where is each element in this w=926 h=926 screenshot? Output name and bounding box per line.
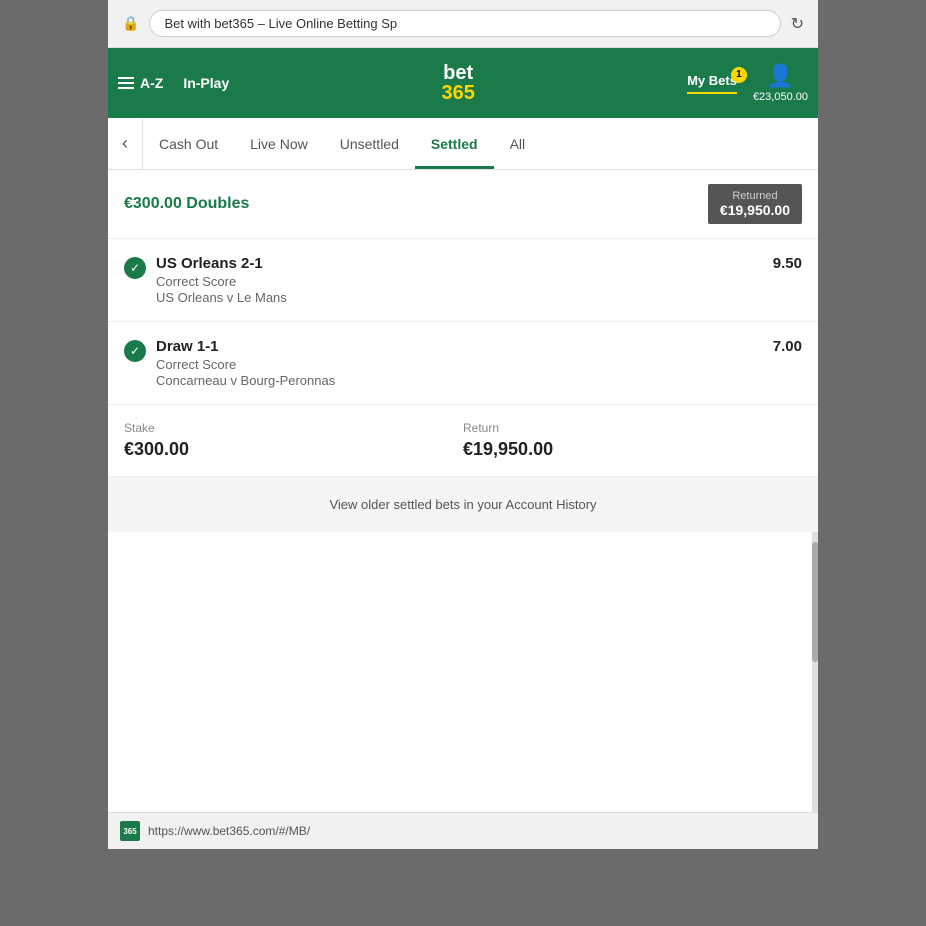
- logo-365-text: 365: [441, 83, 474, 103]
- return-value: €19,950.00: [463, 439, 802, 460]
- browser-bar: 🔒 Bet with bet365 – Live Online Betting …: [108, 0, 818, 48]
- bet-odds-2: 7.00: [773, 338, 802, 355]
- bet-type-2: Correct Score: [156, 357, 335, 372]
- returned-label: Returned: [720, 190, 790, 202]
- bottom-favicon: 365: [120, 821, 140, 841]
- mybets-badge: 1: [731, 67, 747, 83]
- footer-link[interactable]: View older settled bets in your Account …: [108, 477, 818, 532]
- bet-item-1: ✓ US Orleans 2-1 Correct Score US Orlean…: [108, 239, 818, 322]
- logo-bet-text: bet: [443, 63, 473, 83]
- stake-col: Stake €300.00: [124, 421, 463, 460]
- bet-item-2: ✓ Draw 1-1 Correct Score Concarneau v Bo…: [108, 322, 818, 405]
- bet-odds-1: 9.50: [773, 255, 802, 272]
- tabs-bar: ‹ Cash Out Live Now Unsettled Settled Al…: [108, 118, 818, 170]
- url-bar[interactable]: Bet with bet365 – Live Online Betting Sp: [149, 10, 780, 37]
- az-label: A-Z: [140, 75, 163, 91]
- returned-box: Returned €19,950.00: [708, 184, 802, 224]
- logo-container: bet 365: [229, 63, 687, 103]
- tab-cashout[interactable]: Cash Out: [143, 118, 234, 169]
- tab-back-button[interactable]: ‹: [108, 118, 143, 169]
- account-balance: €23,050.00: [753, 91, 808, 103]
- mybets-label: My Bets: [687, 73, 737, 94]
- bet-outcome-1: US Orleans 2-1: [156, 255, 287, 272]
- account-icon: 👤: [767, 63, 794, 89]
- lock-icon: 🔒: [122, 15, 139, 32]
- check-icon-2: ✓: [124, 340, 146, 362]
- bet-card: €300.00 Doubles Returned €19,950.00 ✓ US…: [108, 170, 818, 477]
- bet-item-details-1: US Orleans 2-1 Correct Score US Orleans …: [156, 255, 287, 305]
- tab-unsettled[interactable]: Unsettled: [324, 118, 415, 169]
- bet-outcome-2: Draw 1-1: [156, 338, 335, 355]
- hamburger-icon: [118, 77, 134, 89]
- stake-label: Stake: [124, 421, 463, 435]
- bet-title: €300.00 Doubles: [124, 195, 249, 213]
- returned-amount: €19,950.00: [720, 202, 790, 218]
- return-col: Return €19,950.00: [463, 421, 802, 460]
- account-button[interactable]: 👤 €23,050.00: [753, 63, 808, 103]
- bet-item-details-2: Draw 1-1 Correct Score Concarneau v Bour…: [156, 338, 335, 388]
- return-label: Return: [463, 421, 802, 435]
- scrollbar-track[interactable]: [812, 532, 818, 812]
- nav-header: A-Z In-Play bet 365 My Bets 1 👤 €23,050.…: [108, 48, 818, 118]
- tab-livenow[interactable]: Live Now: [234, 118, 324, 169]
- bottom-bar: 365 https://www.bet365.com/#/MB/: [108, 812, 818, 849]
- main-content: €300.00 Doubles Returned €19,950.00 ✓ US…: [108, 170, 818, 812]
- scrollbar-thumb[interactable]: [812, 542, 818, 662]
- stake-return-section: Stake €300.00 Return €19,950.00: [108, 405, 818, 477]
- bet-type-1: Correct Score: [156, 274, 287, 289]
- bet-header: €300.00 Doubles Returned €19,950.00: [108, 170, 818, 239]
- stake-value: €300.00: [124, 439, 463, 460]
- tab-all[interactable]: All: [494, 118, 542, 169]
- nav-az-button[interactable]: A-Z: [118, 75, 163, 91]
- bottom-url: https://www.bet365.com/#/MB/: [148, 824, 310, 838]
- bet-match-2: Concarneau v Bourg-Peronnas: [156, 373, 335, 388]
- tab-settled[interactable]: Settled: [415, 118, 494, 169]
- mybets-button[interactable]: My Bets 1: [687, 73, 737, 94]
- footer-link-text: View older settled bets in your Account …: [329, 497, 596, 512]
- bet365-logo[interactable]: bet 365: [441, 63, 474, 103]
- inplay-button[interactable]: In-Play: [183, 75, 229, 91]
- white-area: [108, 532, 818, 812]
- check-icon-1: ✓: [124, 257, 146, 279]
- refresh-icon[interactable]: ↻: [791, 14, 804, 34]
- bet-match-1: US Orleans v Le Mans: [156, 290, 287, 305]
